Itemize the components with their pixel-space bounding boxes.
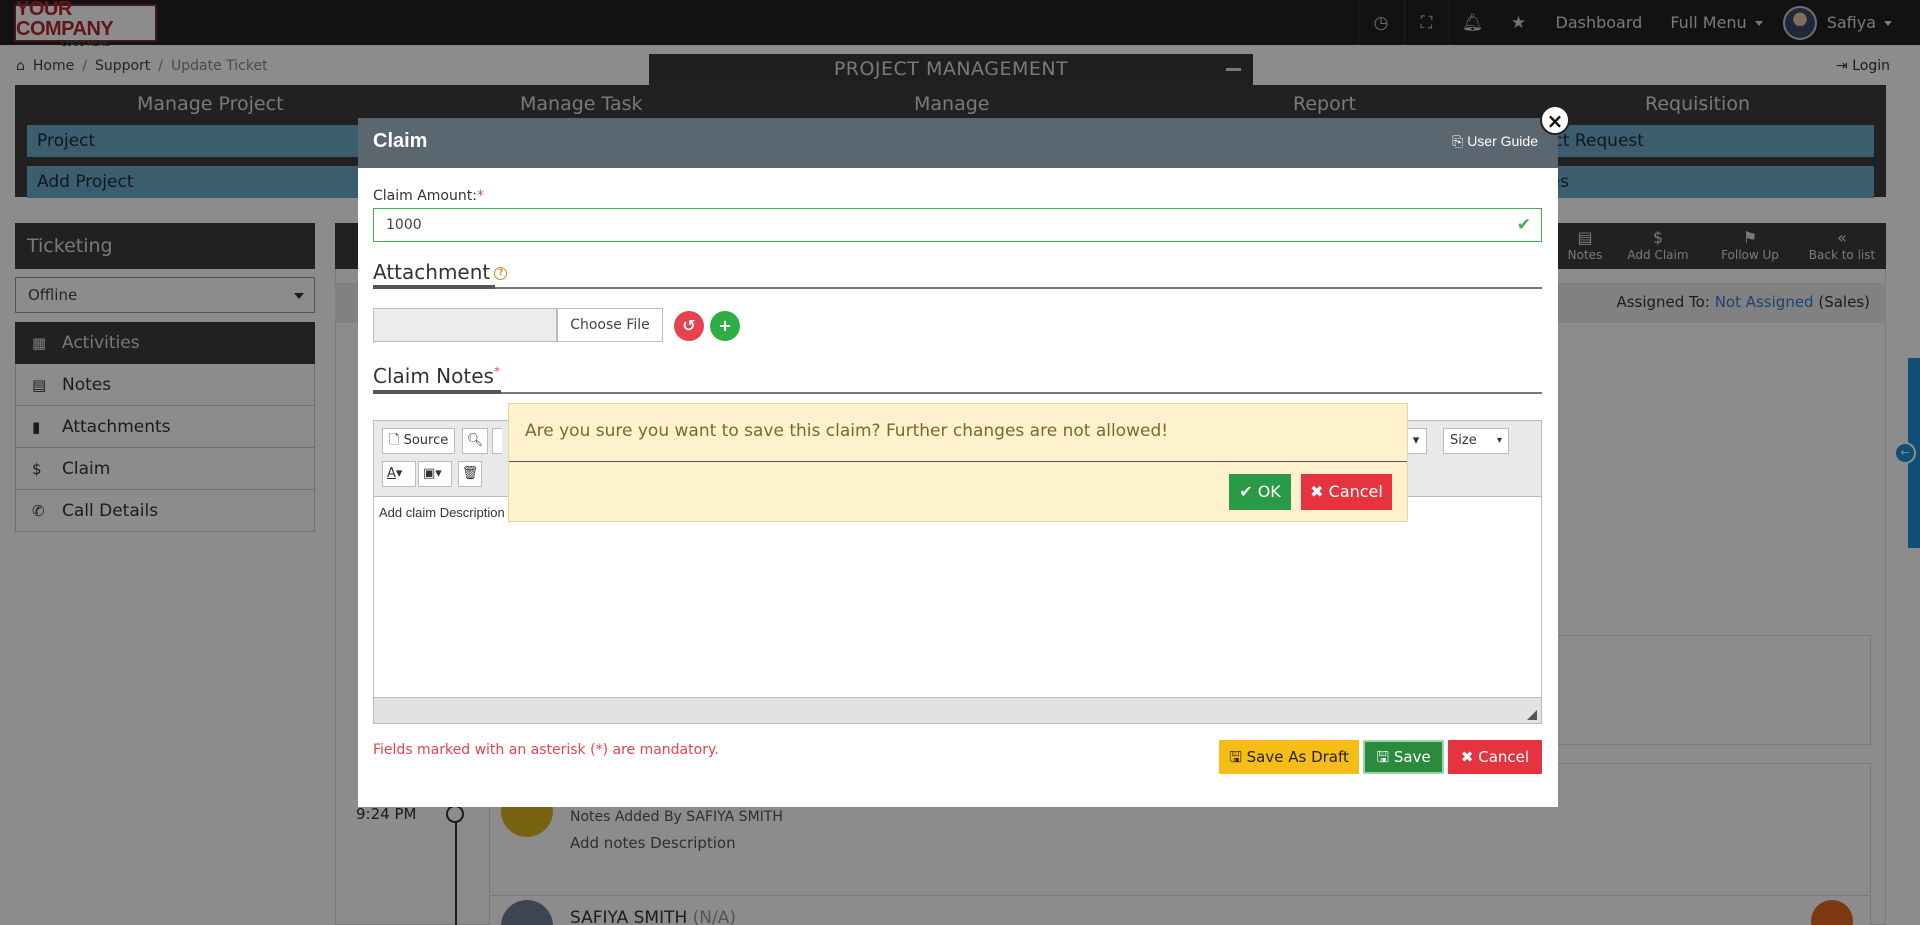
- save-button[interactable]: 🖫︎ Save: [1363, 740, 1444, 774]
- preview-icon[interactable]: 🔍︎: [462, 428, 488, 454]
- guide-icon: ⎘: [1452, 133, 1468, 149]
- section-divider: [373, 390, 1542, 394]
- confirm-dialog: Are you sure you want to save this claim…: [508, 403, 1408, 522]
- section-underline: [373, 285, 495, 289]
- toolbar-button-partial[interactable]: [492, 428, 502, 454]
- font-dropdown-toggle[interactable]: ▾: [1405, 428, 1427, 454]
- editor-placeholder[interactable]: Add claim Description: [379, 505, 505, 520]
- close-icon: ✖: [1310, 482, 1329, 501]
- save-label: Save: [1393, 748, 1431, 766]
- source-button[interactable]: 🗋︎ Source: [382, 428, 456, 454]
- check-icon: ✔: [1516, 215, 1531, 235]
- save-icon: 🖫︎: [1376, 748, 1394, 766]
- help-icon[interactable]: ?: [494, 267, 508, 280]
- claim-notes-section-title: Claim Notes*: [373, 364, 500, 388]
- confirm-ok-label: OK: [1257, 482, 1281, 501]
- claim-amount-input[interactable]: 1000 ✔: [373, 208, 1542, 242]
- save-icon: 🖫︎: [1229, 748, 1247, 766]
- close-icon: ✖: [1460, 748, 1479, 766]
- save-as-draft-button[interactable]: 🖫︎ Save As Draft: [1219, 740, 1359, 774]
- attachment-section-title: Attachment?: [373, 260, 508, 284]
- size-dropdown[interactable]: Size ▾: [1443, 428, 1509, 454]
- choose-file-button[interactable]: Choose File: [557, 308, 663, 342]
- user-guide-label: User Guide: [1467, 133, 1538, 149]
- confirm-ok-button[interactable]: ✔ OK: [1229, 474, 1291, 510]
- reset-icon[interactable]: ↺: [674, 311, 704, 341]
- cancel-label: Cancel: [1478, 748, 1530, 766]
- text-color-icon[interactable]: A▾: [382, 461, 416, 487]
- resize-handle-icon[interactable]: [1527, 710, 1537, 720]
- trash-icon[interactable]: 🗑︎: [458, 461, 482, 487]
- source-icon: 🗋︎: [389, 433, 404, 448]
- section-divider: [373, 285, 1542, 289]
- background-color-icon[interactable]: ▣▾: [418, 461, 452, 487]
- source-label: Source: [403, 433, 449, 448]
- claim-amount-label-text: Claim Amount:: [373, 188, 477, 204]
- chevron-down-icon: ▾: [1496, 435, 1502, 446]
- modal-header: Claim ⎘ User Guide: [358, 118, 1558, 168]
- user-guide-link[interactable]: ⎘ User Guide: [1452, 133, 1538, 150]
- confirm-cancel-label: Cancel: [1328, 482, 1383, 501]
- mandatory-note: Fields marked with an asterisk (*) are m…: [373, 742, 719, 758]
- claim-notes-title-text: Claim Notes: [373, 364, 494, 388]
- file-name-field[interactable]: [373, 308, 557, 342]
- required-mark: *: [493, 364, 500, 379]
- confirm-cancel-button[interactable]: ✖ Cancel: [1301, 474, 1392, 510]
- confirm-message: Are you sure you want to save this claim…: [525, 421, 1169, 441]
- add-attachment-icon[interactable]: +: [710, 311, 740, 341]
- confirm-divider: [509, 461, 1407, 462]
- section-underline: [373, 390, 501, 394]
- claim-amount-label: Claim Amount:*: [373, 188, 484, 204]
- size-label: Size: [1450, 433, 1477, 448]
- editor-footer: [374, 697, 1541, 723]
- claim-amount-value: 1000: [386, 217, 422, 233]
- modal-close-button[interactable]: ×: [1540, 105, 1570, 135]
- attachment-title-text: Attachment: [373, 260, 491, 284]
- cancel-button[interactable]: ✖ Cancel: [1448, 740, 1542, 774]
- required-mark: *: [476, 188, 484, 204]
- save-as-draft-label: Save As Draft: [1246, 748, 1349, 766]
- modal-title: Claim: [373, 130, 428, 152]
- check-icon: ✔: [1239, 482, 1258, 501]
